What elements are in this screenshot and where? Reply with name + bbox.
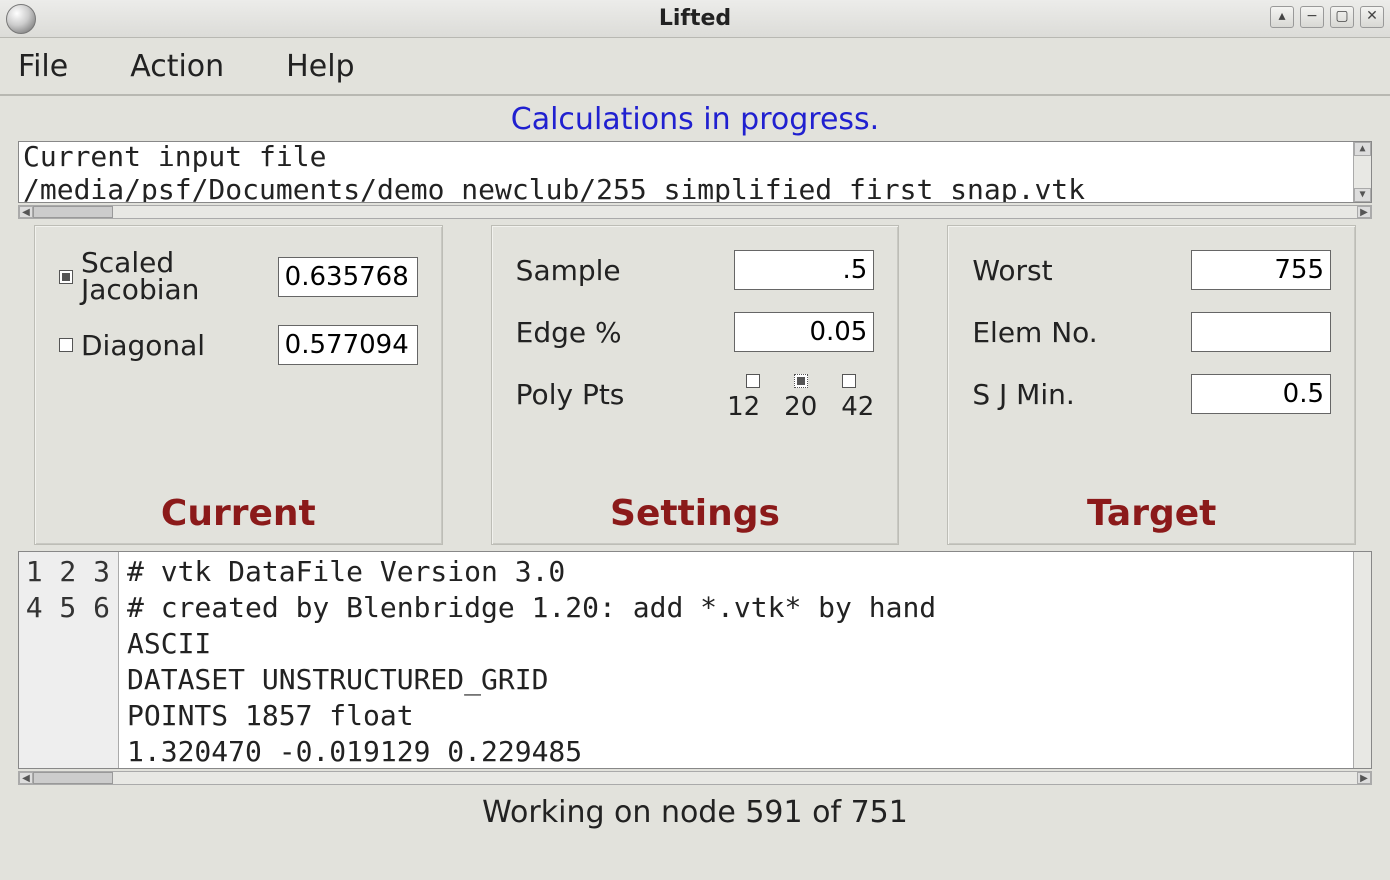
- panel-current: ScaledJacobian Diagonal Current: [34, 225, 443, 545]
- code-gutter: 1 2 3 4 5 6: [19, 552, 119, 768]
- menu-help[interactable]: Help: [280, 45, 360, 88]
- polypts-42-checkbox[interactable]: [842, 374, 856, 388]
- menu-bar: File Action Help: [0, 38, 1390, 96]
- polypts-20-checkbox[interactable]: [794, 374, 808, 388]
- row-polypts: Poly Pts 12 20 42: [516, 374, 875, 422]
- code-vscroll[interactable]: [1353, 552, 1371, 768]
- row-sjmin: S J Min.: [972, 374, 1331, 414]
- code-scroll-left-icon[interactable]: ◀: [19, 772, 33, 784]
- panels-row: ScaledJacobian Diagonal Current Sample E…: [34, 225, 1356, 545]
- polypts-12-label: 12: [727, 392, 760, 422]
- elemno-label: Elem No.: [972, 316, 1097, 349]
- code-hscroll-thumb[interactable]: [33, 772, 113, 784]
- panel-current-title: Current: [59, 493, 418, 534]
- row-scaled-jacobian: ScaledJacobian: [59, 250, 418, 303]
- edge-label: Edge %: [516, 316, 622, 349]
- scroll-up-icon[interactable]: ▲: [1354, 142, 1371, 156]
- sample-label: Sample: [516, 254, 621, 287]
- sjmin-label: S J Min.: [972, 378, 1074, 411]
- menu-action[interactable]: Action: [124, 45, 230, 88]
- scaled-jacobian-value[interactable]: [278, 257, 418, 297]
- input-file-hscroll[interactable]: ◀ ▶: [18, 205, 1372, 219]
- scaled-jacobian-checkbox[interactable]: [59, 270, 73, 284]
- input-file-vscroll[interactable]: ▲ ▼: [1353, 142, 1371, 202]
- scroll-right-icon[interactable]: ▶: [1357, 206, 1371, 218]
- input-file-content: Current input file /media/psf/Documents/…: [23, 141, 1085, 203]
- row-sample: Sample: [516, 250, 875, 290]
- status-banner: Calculations in progress.: [0, 96, 1390, 141]
- code-scroll-right-icon[interactable]: ▶: [1357, 772, 1371, 784]
- scroll-left-icon[interactable]: ◀: [19, 206, 33, 218]
- elemno-input[interactable]: [1191, 312, 1331, 352]
- polypts-20-label: 20: [784, 392, 817, 422]
- scroll-down-icon[interactable]: ▼: [1354, 188, 1371, 202]
- sjmin-input[interactable]: [1191, 374, 1331, 414]
- panel-target-title: Target: [972, 493, 1331, 534]
- code-content: # vtk DataFile Version 3.0 # created by …: [119, 552, 1353, 768]
- row-elemno: Elem No.: [972, 312, 1331, 352]
- status-bar: Working on node 591 of 751: [0, 789, 1390, 836]
- rollup-button[interactable]: ▴: [1270, 6, 1294, 28]
- polypts-12-checkbox[interactable]: [746, 374, 760, 388]
- panel-settings: Sample Edge % Poly Pts 12 20: [491, 225, 900, 545]
- panel-target: Worst Elem No. S J Min. Target: [947, 225, 1356, 545]
- sample-input[interactable]: [734, 250, 874, 290]
- row-edge: Edge %: [516, 312, 875, 352]
- input-file-textarea[interactable]: Current input file /media/psf/Documents/…: [18, 141, 1372, 203]
- polypts-label: Poly Pts: [516, 378, 625, 411]
- panel-settings-title: Settings: [516, 493, 875, 534]
- diagonal-value[interactable]: [278, 325, 418, 365]
- code-hscroll[interactable]: ◀ ▶: [18, 771, 1372, 785]
- row-worst: Worst: [972, 250, 1331, 290]
- menu-file[interactable]: File: [12, 45, 74, 88]
- row-diagonal: Diagonal: [59, 325, 418, 365]
- diagonal-checkbox[interactable]: [59, 338, 73, 352]
- worst-label: Worst: [972, 254, 1052, 287]
- minimize-button[interactable]: −: [1300, 6, 1324, 28]
- worst-input[interactable]: [1191, 250, 1331, 290]
- edge-input[interactable]: [734, 312, 874, 352]
- hscroll-thumb[interactable]: [33, 206, 113, 218]
- maximize-button[interactable]: ▢: [1330, 6, 1354, 28]
- window-title: Lifted: [0, 6, 1390, 31]
- window-controls: ▴ − ▢ ✕: [1270, 6, 1384, 28]
- diagonal-label: Diagonal: [81, 329, 205, 362]
- polypts-42-label: 42: [841, 392, 874, 422]
- code-view[interactable]: 1 2 3 4 5 6 # vtk DataFile Version 3.0 #…: [18, 551, 1372, 769]
- close-button[interactable]: ✕: [1360, 6, 1384, 28]
- app-icon: [6, 4, 36, 34]
- title-bar: Lifted ▴ − ▢ ✕: [0, 0, 1390, 38]
- scaled-jacobian-label: ScaledJacobian: [81, 250, 199, 303]
